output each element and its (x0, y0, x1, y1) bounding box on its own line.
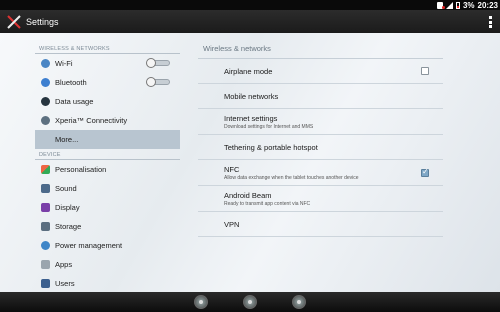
home-button-icon[interactable] (243, 295, 257, 309)
bluetooth-icon (41, 78, 50, 87)
power-management-icon (41, 241, 50, 250)
sidebar-item-wifi[interactable]: Wi-Fi (35, 54, 180, 73)
settings-app-icon[interactable] (6, 14, 22, 30)
system-nav-bar (0, 292, 500, 312)
notification-icon (436, 1, 445, 9)
setting-android-beam[interactable]: Android Beam Ready to transmit app conte… (198, 186, 443, 212)
sidebar-item-label: Sound (55, 184, 77, 193)
sidebar-item-xperia-connectivity[interactable]: Xperia™ Connectivity (35, 111, 180, 130)
setting-title: Tethering & portable hotspot (224, 142, 318, 152)
battery-percent: 3% (462, 0, 475, 10)
storage-icon (41, 222, 50, 231)
back-button-icon[interactable] (194, 295, 208, 309)
setting-internet-settings[interactable]: Internet settings Download settings for … (198, 109, 443, 135)
wireless-networks-pane: Wireless & networks Airplane mode Mobile… (198, 33, 443, 292)
recent-apps-button-icon[interactable] (292, 295, 306, 309)
status-bar: 3% 20:23 (0, 0, 500, 10)
sidebar-item-label: Storage (55, 222, 82, 231)
sidebar-item-personalisation[interactable]: Personalisation (35, 160, 180, 179)
action-bar: Settings (0, 10, 500, 33)
wifi-icon (41, 59, 50, 68)
sidebar-item-label: Users (55, 279, 75, 288)
settings-sidebar: WIRELESS & NETWORKS Wi-Fi Bluetooth Data… (35, 33, 180, 292)
sidebar-item-display[interactable]: Display (35, 198, 180, 217)
setting-airplane-mode[interactable]: Airplane mode (198, 59, 443, 84)
sidebar-item-bluetooth[interactable]: Bluetooth (35, 73, 180, 92)
nfc-checkbox[interactable] (421, 167, 429, 177)
clock: 20:23 (477, 0, 498, 10)
setting-subtitle: Download settings for Internet and MMS (224, 123, 314, 130)
setting-nfc[interactable]: NFC Allow data exchange when the tablet … (198, 160, 443, 186)
sidebar-item-users[interactable]: Users (35, 274, 180, 292)
setting-title: Internet settings (224, 113, 278, 123)
sidebar-item-more[interactable]: More... (35, 130, 180, 149)
wifi-toggle[interactable] (146, 58, 170, 68)
users-icon (41, 279, 50, 288)
section-header-device: DEVICE (35, 149, 180, 160)
xperia-connectivity-icon (41, 116, 50, 125)
airplane-mode-checkbox[interactable] (421, 67, 429, 75)
sidebar-item-label: Power management (55, 241, 123, 250)
pane-title: Wireless & networks (198, 33, 443, 59)
overflow-menu-icon[interactable] (489, 16, 492, 28)
sidebar-item-label: Bluetooth (55, 78, 87, 87)
sidebar-item-power-management[interactable]: Power management (35, 236, 180, 255)
sidebar-item-label: Apps (55, 260, 73, 269)
setting-vpn[interactable]: VPN (198, 212, 443, 237)
setting-title: Android Beam (224, 190, 272, 200)
sidebar-item-label: More... (55, 135, 79, 144)
sidebar-item-label: Data usage (55, 97, 94, 106)
sound-icon (41, 184, 50, 193)
setting-subtitle: Allow data exchange when the tablet touc… (224, 174, 359, 181)
setting-title: NFC (224, 164, 240, 174)
setting-title: Mobile networks (224, 91, 279, 101)
personalisation-icon (41, 165, 50, 174)
sidebar-item-label: Xperia™ Connectivity (55, 116, 128, 125)
sidebar-item-apps[interactable]: Apps (35, 255, 180, 274)
battery-icon (455, 1, 460, 9)
sidebar-item-label: Wi-Fi (55, 59, 73, 68)
sidebar-item-storage[interactable]: Storage (35, 217, 180, 236)
page-title: Settings (26, 16, 59, 27)
signal-icon (445, 1, 453, 9)
sidebar-item-data-usage[interactable]: Data usage (35, 92, 180, 111)
setting-title: VPN (224, 219, 240, 229)
apps-icon (41, 260, 50, 269)
bluetooth-toggle[interactable] (146, 77, 170, 87)
data-usage-icon (41, 97, 50, 106)
setting-tethering-hotspot[interactable]: Tethering & portable hotspot (198, 135, 443, 160)
section-header-wireless: WIRELESS & NETWORKS (35, 46, 180, 54)
sidebar-item-label: Personalisation (55, 165, 107, 174)
sidebar-item-sound[interactable]: Sound (35, 179, 180, 198)
setting-title: Airplane mode (224, 66, 273, 76)
setting-subtitle: Ready to transmit app content via NFC (224, 200, 311, 207)
sidebar-item-label: Display (55, 203, 80, 212)
display-icon (41, 203, 50, 212)
settings-content: WIRELESS & NETWORKS Wi-Fi Bluetooth Data… (0, 33, 500, 292)
setting-mobile-networks[interactable]: Mobile networks (198, 84, 443, 109)
